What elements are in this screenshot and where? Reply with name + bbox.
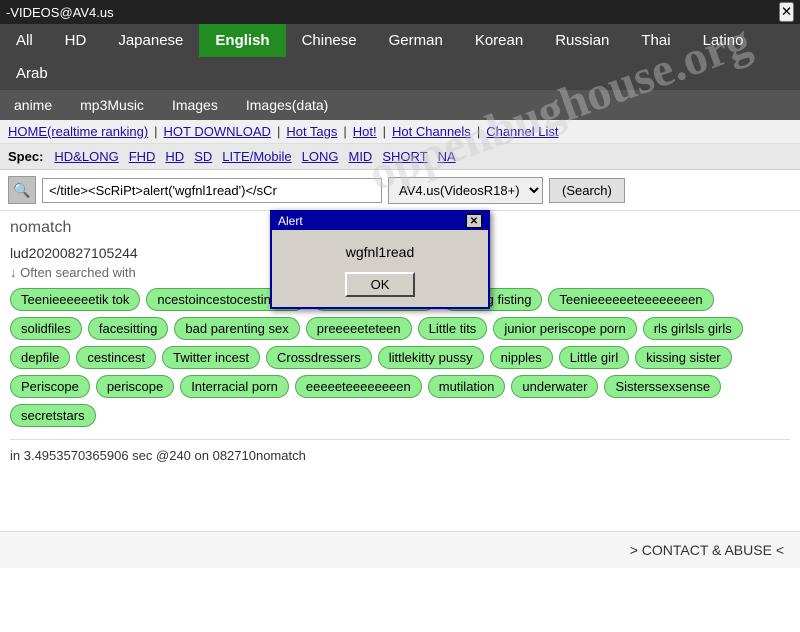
spec-link-lite/mobile[interactable]: LITE/Mobile (219, 148, 294, 165)
tag-item[interactable]: nipples (490, 346, 553, 369)
tag-item[interactable]: depfile (10, 346, 70, 369)
tag-item[interactable]: periscope (96, 375, 174, 398)
footer: > CONTACT & ABUSE < (0, 531, 800, 568)
breadcrumb-item[interactable]: HOT DOWNLOAD (164, 124, 271, 139)
search-input[interactable] (42, 178, 382, 203)
alert-body: wgfnl1read OK (272, 230, 488, 307)
breadcrumb-item[interactable]: Hot Tags (286, 124, 337, 139)
breadcrumb-separator: | (343, 124, 346, 139)
title-close-button[interactable]: ✕ (779, 2, 794, 22)
tag-item[interactable]: Little girl (559, 346, 629, 369)
spec-link-long[interactable]: LONG (299, 148, 342, 165)
tag-item[interactable]: cestincest (76, 346, 156, 369)
nav-top-item-russian[interactable]: Russian (539, 24, 625, 57)
alert-titlebar: Alert ✕ (272, 212, 488, 230)
nav-sub-item-images(data)[interactable]: Images(data) (232, 90, 342, 120)
breadcrumb-separator: | (383, 124, 386, 139)
breadcrumb-bar: HOME(realtime ranking) | HOT DOWNLOAD | … (0, 120, 800, 144)
nav-top-item-korean[interactable]: Korean (459, 24, 539, 57)
breadcrumb-item[interactable]: HOME(realtime ranking) (8, 124, 148, 139)
spec-link-hd[interactable]: HD (162, 148, 187, 165)
search-icon: 🔍 (13, 182, 30, 199)
nav-top-item-hd[interactable]: HD (49, 24, 103, 57)
tag-item[interactable]: littlekitty pussy (378, 346, 484, 369)
tag-item[interactable]: mutilation (428, 375, 506, 398)
spec-link-short[interactable]: SHORT (379, 148, 430, 165)
nav-sub-item-anime[interactable]: anime (0, 90, 66, 120)
search-select[interactable]: AV4.us(VideosR18+) (388, 177, 543, 204)
nav-top-item-german[interactable]: German (373, 24, 459, 57)
nav-top-item-english[interactable]: English (199, 24, 285, 57)
nav-top: AllHDJapaneseEnglishChineseGermanKoreanR… (0, 24, 800, 90)
search-icon-button[interactable]: 🔍 (8, 176, 36, 204)
tag-item[interactable]: Interracial porn (180, 375, 289, 398)
tag-item[interactable]: Twitter incest (162, 346, 260, 369)
tag-item[interactable]: underwater (511, 375, 598, 398)
nav-sub-item-mp3music[interactable]: mp3Music (66, 90, 158, 120)
tag-item[interactable]: solidfiles (10, 317, 82, 340)
spec-bar: Spec: HD&LONG FHDHDSDLITE/Mobile LONGMIDSH… (0, 144, 800, 170)
tag-item[interactable]: Teenieeeeeeteeeeeeeen (548, 288, 713, 311)
tag-item[interactable]: rls girlsls girls (643, 317, 743, 340)
spec-label: Spec: (8, 149, 43, 164)
tag-item[interactable]: eeeeeteeeeeeeen (295, 375, 422, 398)
nav-top-item-all[interactable]: All (0, 24, 49, 57)
tag-item[interactable]: junior periscope porn (493, 317, 636, 340)
breadcrumb-item[interactable]: Hot! (353, 124, 377, 139)
alert-ok-button[interactable]: OK (345, 272, 416, 297)
nav-sub: animemp3MusicImagesImages(data) (0, 90, 800, 120)
nav-sub-item-images[interactable]: Images (158, 90, 232, 120)
spec-link-sd[interactable]: SD (191, 148, 215, 165)
alert-message: wgfnl1read (282, 244, 478, 260)
result-time: in 3.4953570365906 sec @240 on 082710nom… (10, 439, 790, 463)
title-text: -VIDEOS@AV4.us (6, 5, 114, 20)
tag-item[interactable]: Crossdressers (266, 346, 372, 369)
nav-top-item-thai[interactable]: Thai (625, 24, 686, 57)
tag-item[interactable]: Sisterssexsense (604, 375, 721, 398)
tag-item[interactable]: Little tits (418, 317, 488, 340)
tag-item[interactable]: secretstars (10, 404, 96, 427)
breadcrumb-separator: | (477, 124, 480, 139)
spec-link-mid[interactable]: MID (345, 148, 375, 165)
spec-link-hd&long[interactable]: HD&LONG (51, 148, 121, 165)
tag-item[interactable]: Periscope (10, 375, 90, 398)
nav-top-item-latino[interactable]: Latino (687, 24, 760, 57)
nav-top-item-chinese[interactable]: Chinese (286, 24, 373, 57)
spec-link-fhd[interactable]: FHD (126, 148, 159, 165)
title-bar: -VIDEOS@AV4.us ✕ (0, 0, 800, 24)
search-bar: 🔍 AV4.us(VideosR18+) (Search) (0, 170, 800, 211)
breadcrumb-item[interactable]: Channel List (486, 124, 558, 139)
breadcrumb-separator: | (154, 124, 157, 139)
alert-close-button[interactable]: ✕ (466, 214, 482, 228)
alert-title: Alert (278, 214, 303, 228)
tag-item[interactable]: Teenieeeeeetik tok (10, 288, 140, 311)
tag-item[interactable]: preeeeeteteen (306, 317, 412, 340)
alert-dialog: Alert ✕ wgfnl1read OK (270, 210, 490, 309)
tag-item[interactable]: facesitting (88, 317, 169, 340)
nav-top-item-arab[interactable]: Arab (0, 57, 64, 90)
tag-item[interactable]: bad parenting sex (174, 317, 299, 340)
nav-top-item-japanese[interactable]: Japanese (102, 24, 199, 57)
breadcrumb-item[interactable]: Hot Channels (392, 124, 471, 139)
footer-text: > CONTACT & ABUSE < (630, 542, 784, 558)
breadcrumb-separator: | (277, 124, 280, 139)
tag-item[interactable]: kissing sister (635, 346, 731, 369)
spec-link-na[interactable]: NA (435, 148, 459, 165)
search-button[interactable]: (Search) (549, 178, 625, 203)
